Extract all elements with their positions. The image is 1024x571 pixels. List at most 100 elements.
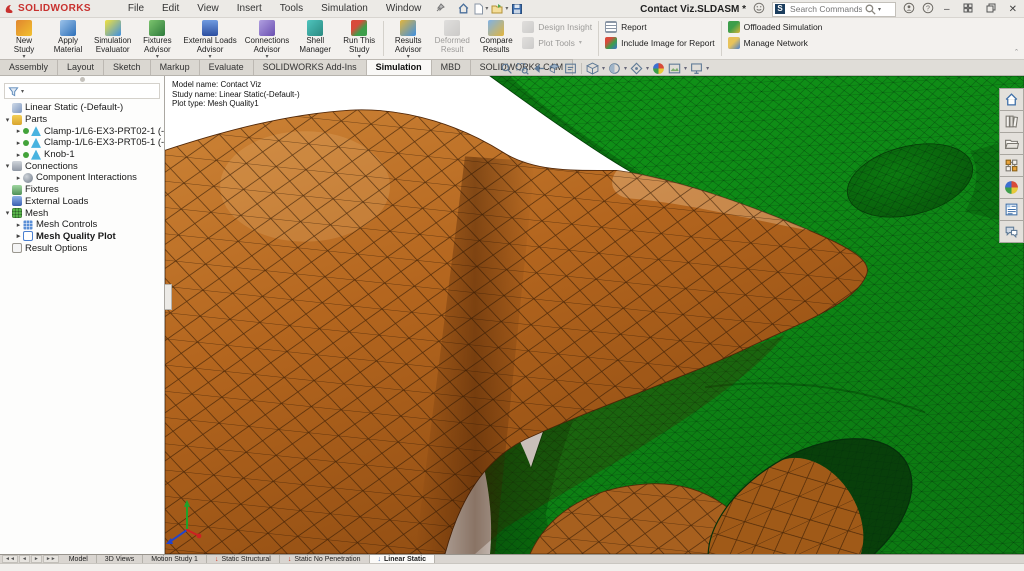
- connections-advisor-button[interactable]: Connections Advisor▾: [241, 18, 293, 59]
- tab-layout[interactable]: Layout: [57, 59, 104, 75]
- apply-scene-icon[interactable]: [668, 62, 681, 75]
- panel-flyout-handle[interactable]: [165, 284, 172, 310]
- search-icon[interactable]: [864, 3, 877, 16]
- menu-file[interactable]: File: [119, 1, 153, 16]
- first-tab-button[interactable]: ◄◄: [2, 555, 18, 563]
- tab-simulation[interactable]: Simulation: [366, 59, 432, 75]
- tree-item-mesh[interactable]: ▾Mesh: [0, 207, 164, 219]
- edit-appearance-icon[interactable]: [652, 62, 665, 75]
- fixtures-advisor-button[interactable]: Fixtures Advisor▾: [135, 18, 179, 59]
- search-caret[interactable]: ▾: [878, 6, 881, 13]
- view-palette-icon[interactable]: [999, 155, 1024, 177]
- help-icon[interactable]: ?: [922, 2, 934, 17]
- previous-tab-button[interactable]: ◄: [19, 555, 30, 563]
- tab-evaluate[interactable]: Evaluate: [199, 59, 254, 75]
- tab-model[interactable]: Model: [61, 555, 97, 563]
- appearances-scenes-icon[interactable]: [999, 177, 1024, 199]
- apply-scene-caret[interactable]: ▾: [684, 65, 687, 72]
- tree-filter[interactable]: ▾: [4, 83, 160, 99]
- tab-solidworks-add-ins[interactable]: SOLIDWORKS Add-Ins: [253, 59, 367, 75]
- view-orientation-icon[interactable]: [586, 62, 599, 75]
- manage-network-button[interactable]: Manage Network: [728, 37, 823, 49]
- pin-menu-icon[interactable]: [436, 3, 445, 15]
- ribbon-collapse-chevron[interactable]: ˆ: [1015, 48, 1018, 58]
- search-commands-box[interactable]: S ▾: [772, 2, 896, 17]
- home-button[interactable]: [457, 2, 470, 15]
- custom-properties-icon[interactable]: [999, 199, 1024, 221]
- view-orientation-caret[interactable]: ▾: [602, 65, 605, 72]
- tab-static-structural[interactable]: ↓Static Structural: [207, 555, 280, 563]
- offloaded-simulation-button[interactable]: Offloaded Simulation: [728, 21, 823, 33]
- display-style-caret[interactable]: ▾: [624, 65, 627, 72]
- report-button[interactable]: Report: [605, 21, 715, 33]
- tree-item-result-options[interactable]: Result Options: [0, 242, 164, 254]
- external-loads-advisor-button[interactable]: External Loads Advisor▾: [179, 18, 240, 59]
- dynamic-annotation-icon[interactable]: [564, 62, 577, 75]
- new-study-button[interactable]: New Study▾: [2, 18, 46, 59]
- new-document-caret[interactable]: ▾: [485, 5, 488, 12]
- menu-view[interactable]: View: [188, 1, 228, 16]
- new-document-button[interactable]: ▾: [473, 3, 488, 15]
- restore-button[interactable]: [983, 3, 999, 16]
- tab-motion-study-1[interactable]: Motion Study 1: [143, 555, 207, 563]
- zoom-to-fit-icon[interactable]: [500, 62, 513, 75]
- design-library-icon[interactable]: [999, 111, 1024, 133]
- tree-item-knob[interactable]: ▸Knob-1: [0, 149, 164, 161]
- tree-item-mesh-controls[interactable]: ▸Mesh Controls: [0, 219, 164, 231]
- view-settings-icon[interactable]: [690, 62, 703, 75]
- open-document-caret[interactable]: ▾: [505, 5, 508, 12]
- apply-material-button[interactable]: Apply Material: [46, 18, 90, 59]
- graphics-viewport[interactable]: Model name: Contact Viz Study name: Line…: [165, 76, 1024, 554]
- tree-item-external-loads[interactable]: External Loads: [0, 196, 164, 208]
- include-image-for-report-button[interactable]: Include Image for Report: [605, 37, 715, 49]
- simulation-evaluator-button[interactable]: Simulation Evaluator: [90, 18, 135, 59]
- close-button[interactable]: ✕: [1006, 4, 1020, 15]
- home-tab-icon[interactable]: [999, 88, 1024, 111]
- last-tab-button[interactable]: ►►: [43, 555, 59, 563]
- minimize-button[interactable]: –: [941, 4, 953, 15]
- tree-item-fixtures[interactable]: Fixtures: [0, 184, 164, 196]
- menu-edit[interactable]: Edit: [153, 1, 188, 16]
- tree-item-mesh-quality-plot[interactable]: ▸Mesh Quality Plot: [0, 231, 164, 243]
- next-tab-button[interactable]: ►: [31, 555, 42, 563]
- results-advisor-button[interactable]: Results Advisor▾: [386, 18, 430, 59]
- solidworks-forum-icon[interactable]: [999, 221, 1024, 243]
- tab-3d-views[interactable]: 3D Views: [97, 555, 143, 563]
- zoom-to-area-icon[interactable]: [516, 62, 529, 75]
- mesh-quality-scene[interactable]: [165, 76, 1024, 554]
- file-explorer-icon[interactable]: [999, 133, 1024, 155]
- menu-tools[interactable]: Tools: [271, 1, 312, 16]
- tab-linear-static[interactable]: ↓Linear Static: [370, 555, 436, 563]
- tree-item-component-interactions[interactable]: ▸Component Interactions: [0, 172, 164, 184]
- menu-simulation[interactable]: Simulation: [312, 1, 377, 16]
- run-this-study-button[interactable]: Run This Study▾: [337, 18, 381, 59]
- window-layout-button[interactable]: [960, 3, 976, 16]
- filter-caret[interactable]: ▾: [21, 88, 24, 95]
- search-input[interactable]: [788, 3, 864, 15]
- hide-show-items-icon[interactable]: [630, 62, 643, 75]
- tree-item-linear-static[interactable]: Linear Static (-Default-): [0, 102, 164, 114]
- open-document-button[interactable]: ▾: [491, 3, 508, 15]
- tree-item-clamp-prt05[interactable]: ▸Clamp-1/L6-EX3-PRT05-1 (-Rubber-): [0, 137, 164, 149]
- tab-static-no-penetration[interactable]: ↓Static No Penetration: [280, 555, 370, 563]
- tab-assembly[interactable]: Assembly: [0, 59, 58, 75]
- menu-window[interactable]: Window: [377, 1, 431, 16]
- display-style-icon[interactable]: [608, 62, 621, 75]
- tab-sketch[interactable]: Sketch: [103, 59, 151, 75]
- tab-markup[interactable]: Markup: [150, 59, 200, 75]
- compare-results-button[interactable]: Compare Results: [474, 18, 518, 59]
- previous-view-icon[interactable]: [532, 62, 545, 75]
- menu-insert[interactable]: Insert: [228, 1, 271, 16]
- section-view-icon[interactable]: [548, 62, 561, 75]
- tree-item-clamp-prt02[interactable]: ▸Clamp-1/L6-EX3-PRT02-1 (-Brass-): [0, 125, 164, 137]
- panel-splitter-handle[interactable]: [80, 77, 85, 82]
- hide-show-items-caret[interactable]: ▾: [646, 65, 649, 72]
- tab-mbd[interactable]: MBD: [431, 59, 471, 75]
- save-button[interactable]: [511, 3, 523, 15]
- user-account-icon[interactable]: [903, 2, 915, 17]
- feedback-icon[interactable]: [753, 2, 765, 17]
- tree-item-parts[interactable]: ▾Parts: [0, 114, 164, 126]
- shell-manager-button[interactable]: Shell Manager: [293, 18, 337, 59]
- tree-item-connections[interactable]: ▾Connections: [0, 160, 164, 172]
- view-settings-caret[interactable]: ▾: [706, 65, 709, 72]
